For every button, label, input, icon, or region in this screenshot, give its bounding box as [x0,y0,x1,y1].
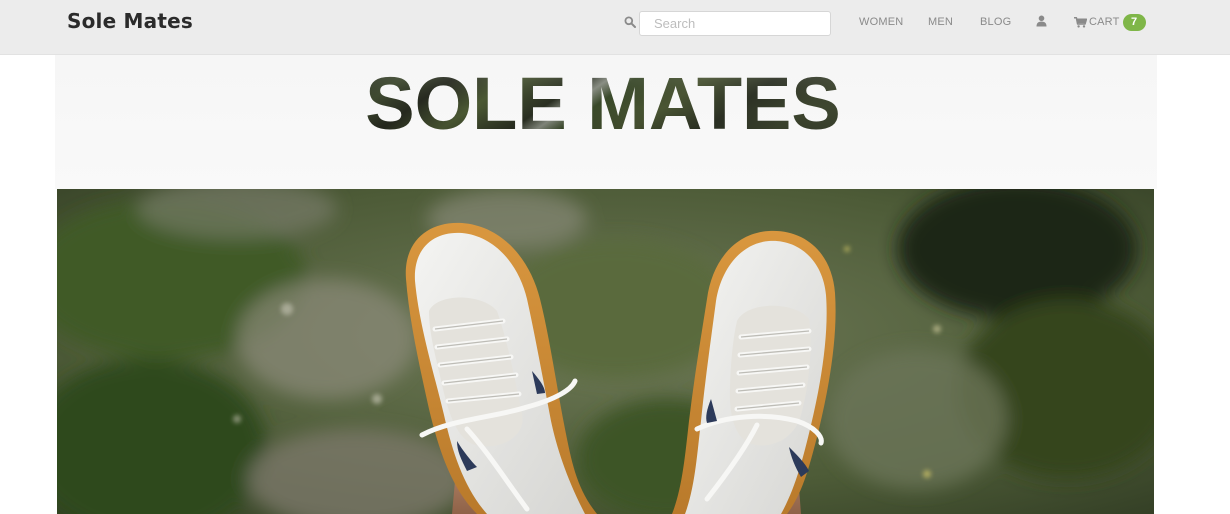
cart-icon [1074,16,1087,28]
cart-count-badge: 7 [1122,13,1146,31]
user-icon[interactable] [1036,15,1047,27]
top-navbar: Sole Mates WOMEN MEN BLOG CART 7 [0,0,1230,55]
hero-image [57,189,1154,514]
search-icon[interactable] [624,16,636,28]
sneakers-photo [57,189,1154,514]
nav-link-blog[interactable]: BLOG [980,16,1011,28]
hero-title-graphic: SOLE MATES SOLE MATES [365,62,841,145]
hero-title-shade: SOLE MATES [365,62,841,145]
hero-header: SOLE MATES SOLE MATES [55,55,1157,189]
nav-link-men[interactable]: MEN [928,16,953,28]
cart-label: CART [1089,16,1120,28]
nav-link-women[interactable]: WOMEN [859,16,903,28]
brand-logo[interactable]: Sole Mates [67,9,193,33]
search-input[interactable] [639,11,831,36]
cart-link[interactable]: CART 7 [1074,12,1146,32]
